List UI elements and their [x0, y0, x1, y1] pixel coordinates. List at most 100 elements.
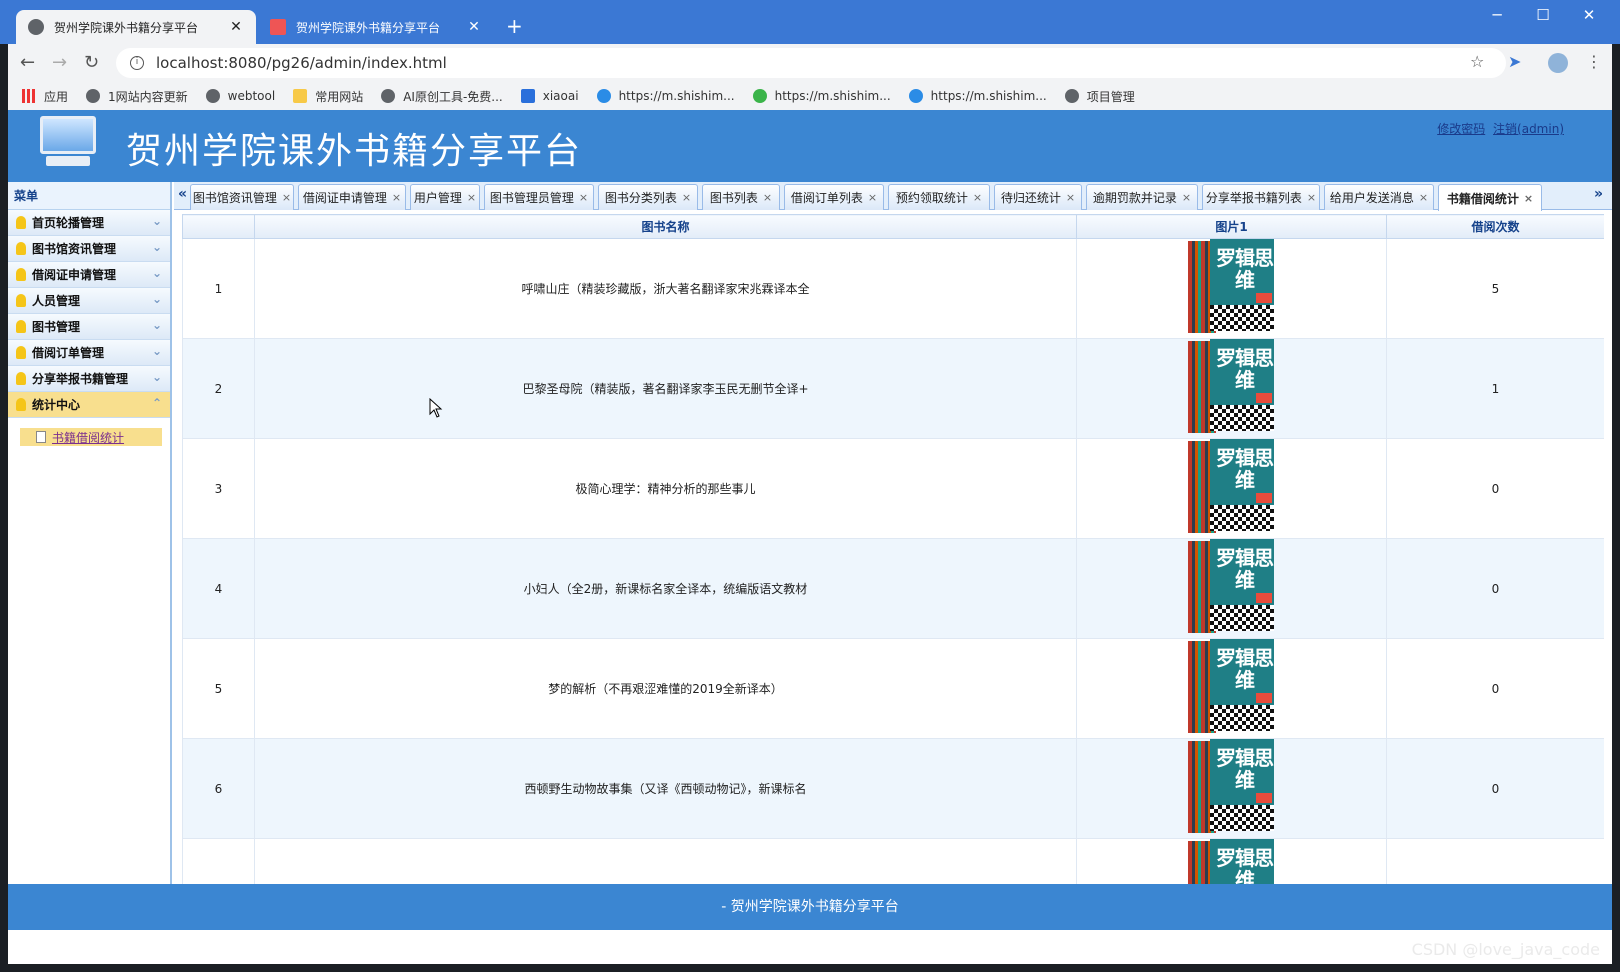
- sidebar-item-orders[interactable]: 借阅订单管理 ⌄: [8, 340, 170, 366]
- bookmark-item[interactable]: xiaoai: [520, 89, 579, 103]
- sidebar-item-carousel[interactable]: 首页轮播管理 ⌄: [8, 210, 170, 236]
- tab-reservations[interactable]: 预约领取统计 ×: [888, 184, 990, 210]
- tab-overdue[interactable]: 逾期罚款并记录 ×: [1086, 184, 1198, 210]
- menu-dots-icon[interactable]: ⋮: [1586, 52, 1602, 71]
- close-icon[interactable]: ✕: [466, 19, 482, 35]
- close-icon[interactable]: ×: [1066, 191, 1075, 204]
- c-icon: [596, 89, 611, 103]
- book-cover-image[interactable]: 罗辑思维: [1184, 239, 1280, 335]
- new-tab-icon[interactable]: +: [506, 14, 523, 38]
- maximize-icon[interactable]: ☐: [1520, 6, 1566, 24]
- avatar[interactable]: [1548, 53, 1568, 73]
- sidebar-item-books[interactable]: 图书管理 ⌄: [8, 314, 170, 340]
- bookmark-item[interactable]: https://m.shishim...: [908, 89, 1047, 103]
- sidebar-item-news[interactable]: 图书馆资讯管理 ⌄: [8, 236, 170, 262]
- extension-icon[interactable]: ➤: [1508, 52, 1521, 71]
- forward-icon[interactable]: →: [52, 52, 67, 73]
- book-name-cell: 西顿野生动物故事集（又译《西顿动物记》，新课标名: [254, 738, 1077, 839]
- close-icon[interactable]: ×: [1307, 191, 1316, 204]
- close-icon[interactable]: ×: [392, 191, 401, 204]
- browser-tab-active[interactable]: 贺州学院课外书籍分享平台 ✕: [16, 10, 256, 44]
- close-icon[interactable]: ×: [682, 191, 691, 204]
- column-header-book-name[interactable]: 图书名称: [254, 214, 1077, 239]
- close-icon[interactable]: ×: [579, 191, 588, 204]
- close-icon[interactable]: ×: [467, 191, 476, 204]
- table-row[interactable]: 5 梦的解析（不再艰涩难懂的2019全新译本） 罗辑思维 0: [182, 638, 1604, 739]
- logout-link[interactable]: 注销(admin): [1493, 122, 1564, 136]
- borrow-count-cell: 0: [1386, 538, 1604, 639]
- column-header-image[interactable]: 图片1: [1076, 214, 1387, 239]
- bookmark-folder[interactable]: 常用网站: [293, 88, 363, 105]
- bookmark-label: 项目管理: [1086, 89, 1135, 104]
- close-icon[interactable]: ✕: [228, 19, 244, 35]
- change-password-link[interactable]: 修改密码: [1437, 122, 1485, 136]
- star-icon[interactable]: ☆: [1470, 52, 1484, 71]
- reload-icon[interactable]: ↻: [84, 52, 99, 73]
- book-name-cell: 呼啸山庄（精装珍藏版，浙大著名翻译家宋兆霖译本全: [254, 238, 1077, 339]
- table-row[interactable]: 6 西顿野生动物故事集（又译《西顿动物记》，新课标名 罗辑思维 0: [182, 738, 1604, 839]
- scroll-right-icon[interactable]: »: [1594, 186, 1603, 202]
- scroll-left-icon[interactable]: «: [178, 186, 187, 202]
- submenu-link[interactable]: 书籍借阅统计: [52, 429, 124, 446]
- back-icon[interactable]: ←: [20, 52, 35, 73]
- column-header-borrow-count[interactable]: 借阅次数: [1386, 214, 1604, 239]
- tab-books[interactable]: 图书列表 ×: [702, 184, 780, 210]
- tab-returns[interactable]: 待归还统计 ×: [994, 184, 1082, 210]
- close-icon[interactable]: ×: [763, 191, 772, 204]
- computer-logo-icon: [40, 116, 96, 168]
- sidebar-item-reports[interactable]: 分享举报书籍管理 ⌄: [8, 366, 170, 392]
- close-icon[interactable]: ×: [868, 191, 877, 204]
- minimize-icon[interactable]: ─: [1474, 6, 1520, 24]
- bookmark-apps[interactable]: 应用: [22, 88, 68, 105]
- close-icon[interactable]: ×: [1182, 191, 1191, 204]
- bulb-icon: [16, 398, 26, 411]
- tab-librarians[interactable]: 图书管理员管理 ×: [484, 184, 594, 210]
- tab-send-message[interactable]: 给用户发送消息 ×: [1324, 184, 1434, 210]
- book-cover-image[interactable]: 罗辑思维: [1184, 639, 1280, 735]
- book-cover-image[interactable]: 罗辑思维: [1184, 339, 1280, 435]
- tab-orders[interactable]: 借阅订单列表 ×: [784, 184, 884, 210]
- tab-share-reports[interactable]: 分享举报书籍列表 ×: [1202, 184, 1320, 210]
- sidebar-item-users[interactable]: 人员管理 ⌄: [8, 288, 170, 314]
- chevron-down-icon: ⌄: [151, 292, 162, 306]
- close-icon[interactable]: ×: [1419, 191, 1428, 204]
- book-image-cell: 罗辑思维: [1076, 438, 1387, 539]
- tab-borrow-stats[interactable]: 书籍借阅统计 ×: [1438, 184, 1542, 211]
- bookmark-label: 常用网站: [315, 89, 364, 104]
- table-row[interactable]: 2 巴黎圣母院（精装版，著名翻译家李玉民无删节全译+ 罗辑思维 1: [182, 338, 1604, 439]
- tab-users[interactable]: 用户管理 ×: [410, 184, 480, 210]
- table-row[interactable]: 罗辑思维: [182, 838, 1604, 886]
- bookmark-item[interactable]: https://m.shishim...: [752, 89, 891, 103]
- submenu-item-borrow-stats[interactable]: 书籍借阅统计: [20, 428, 162, 446]
- bookmark-item[interactable]: 项目管理: [1064, 88, 1135, 105]
- bulb-icon: [16, 346, 26, 359]
- sidebar-item-card-apply[interactable]: 借阅证申请管理 ⌄: [8, 262, 170, 288]
- window-close-icon[interactable]: ✕: [1566, 6, 1612, 24]
- close-icon[interactable]: ×: [282, 191, 291, 204]
- bookmark-label: 应用: [44, 89, 69, 104]
- bookmark-item[interactable]: 1网站内容更新: [86, 88, 188, 105]
- table-row[interactable]: 3 极简心理学：精神分析的那些事儿 罗辑思维 0: [182, 438, 1604, 539]
- tab-categories[interactable]: 图书分类列表 ×: [598, 184, 698, 210]
- close-icon[interactable]: ×: [1524, 192, 1533, 205]
- book-cover-image[interactable]: 罗辑思维: [1184, 839, 1280, 886]
- book-cover-image[interactable]: 罗辑思维: [1184, 539, 1280, 635]
- book-cover-image[interactable]: 罗辑思维: [1184, 439, 1280, 535]
- sidebar-item-statistics[interactable]: 统计中心 ⌃: [8, 392, 170, 418]
- browser-tab[interactable]: 贺州学院课外书籍分享平台 ✕: [258, 10, 494, 44]
- tab-news[interactable]: 图书馆资讯管理 ×: [190, 184, 294, 210]
- borrow-count-cell: 5: [1386, 238, 1604, 339]
- browser-titlebar: 贺州学院课外书籍分享平台 ✕ 贺州学院课外书籍分享平台 ✕ + ─ ☐ ✕: [0, 0, 1620, 44]
- table-row[interactable]: 4 小妇人（全2册，新课标名家全译本，统编版语文教材 罗辑思维 0: [182, 538, 1604, 639]
- info-icon[interactable]: i: [130, 56, 144, 70]
- bookmarks-bar: 应用 1网站内容更新 webtool 常用网站 AI原创工具-免费... xia…: [8, 82, 1612, 110]
- bookmark-item[interactable]: webtool: [205, 89, 275, 103]
- url-input[interactable]: i localhost:8080/pg26/admin/index.html: [116, 48, 1506, 78]
- bookmark-item[interactable]: AI原创工具-免费...: [381, 88, 503, 105]
- table-row[interactable]: 1 呼啸山庄（精装珍藏版，浙大著名翻译家宋兆霖译本全 罗辑思维 5: [182, 238, 1604, 339]
- book-cover-image[interactable]: 罗辑思维: [1184, 739, 1280, 835]
- bookmark-item[interactable]: https://m.shishim...: [596, 89, 735, 103]
- tab-card-apply[interactable]: 借阅证申请管理 ×: [298, 184, 406, 210]
- close-icon[interactable]: ×: [973, 191, 982, 204]
- sidebar-title: 菜单: [8, 182, 170, 210]
